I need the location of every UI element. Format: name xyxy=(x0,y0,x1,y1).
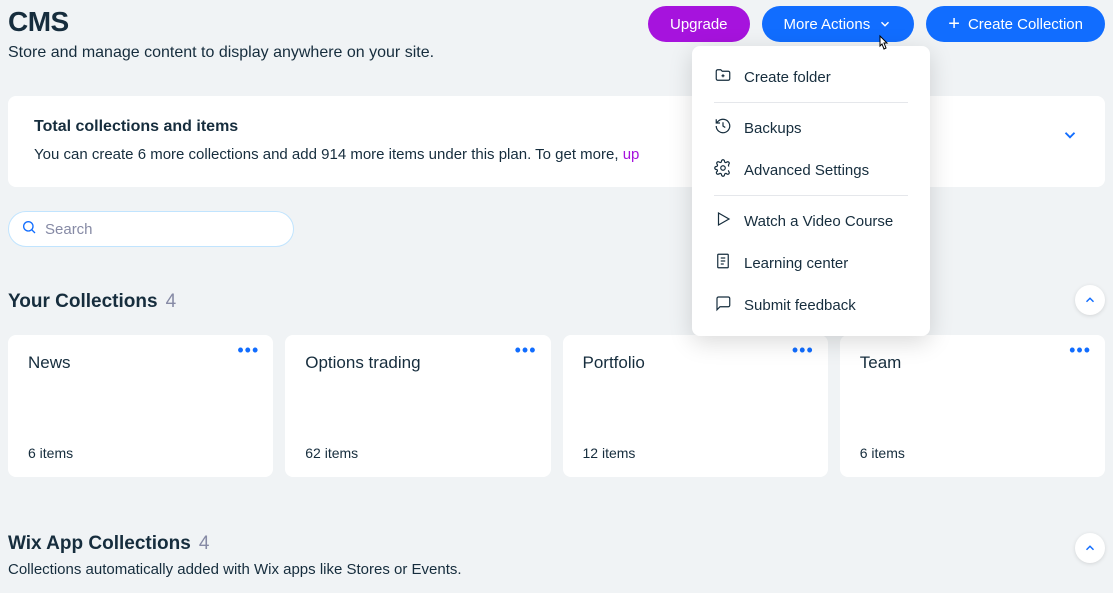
card-title: Team xyxy=(860,353,1085,373)
card-item-count: 62 items xyxy=(305,445,530,461)
header-actions: Upgrade More Actions + Create Collection xyxy=(648,6,1105,42)
menu-label: Learning center xyxy=(744,255,848,272)
search-icon xyxy=(21,219,37,240)
more-actions-button[interactable]: More Actions xyxy=(762,6,915,42)
collection-card[interactable]: ••• Options trading 62 items xyxy=(285,335,550,477)
create-collection-label: Create Collection xyxy=(968,16,1083,33)
your-collections-header: Your Collections 4 xyxy=(8,291,1105,313)
menu-submit-feedback[interactable]: Submit feedback xyxy=(692,284,930,326)
usage-body-text: You can create 6 more collections and ad… xyxy=(34,146,623,163)
menu-advanced-settings[interactable]: Advanced Settings xyxy=(692,149,930,191)
page-title: CMS xyxy=(8,6,434,38)
chat-icon xyxy=(714,294,732,316)
menu-label: Backups xyxy=(744,120,802,137)
menu-backups[interactable]: Backups xyxy=(692,107,930,149)
folder-plus-icon xyxy=(714,66,732,88)
app-collections-subtitle: Collections automatically added with Wix… xyxy=(8,561,1105,578)
dropdown-divider xyxy=(714,195,908,196)
card-title: Portfolio xyxy=(583,353,808,373)
app-collections-title: Wix App Collections xyxy=(8,533,191,555)
history-icon xyxy=(714,117,732,139)
menu-label: Create folder xyxy=(744,69,831,86)
document-icon xyxy=(714,252,732,274)
card-more-button[interactable]: ••• xyxy=(237,347,259,354)
app-collections-header: Wix App Collections 4 xyxy=(8,533,1105,555)
dropdown-divider xyxy=(714,102,908,103)
collection-card[interactable]: ••• Portfolio 12 items xyxy=(563,335,828,477)
app-collections-count: 4 xyxy=(199,533,210,555)
play-icon xyxy=(714,210,732,232)
card-title: News xyxy=(28,353,253,373)
your-collections-count: 4 xyxy=(166,291,177,313)
more-actions-dropdown: Create folder Backups Advanced Settings … xyxy=(692,46,930,336)
search-input-wrapper[interactable] xyxy=(8,211,294,247)
page-header: CMS Store and manage content to display … xyxy=(8,6,1105,62)
collapse-your-collections-button[interactable] xyxy=(1075,285,1105,315)
card-item-count: 6 items xyxy=(28,445,253,461)
your-collections-section: Your Collections 4 ••• News 6 items ••• … xyxy=(8,291,1105,477)
more-actions-label: More Actions xyxy=(784,16,871,33)
title-block: CMS Store and manage content to display … xyxy=(8,6,434,62)
upgrade-link[interactable]: up xyxy=(623,146,640,163)
card-item-count: 12 items xyxy=(583,445,808,461)
app-collections-section: Wix App Collections 4 Collections automa… xyxy=(8,533,1105,578)
collection-card[interactable]: ••• Team 6 items xyxy=(840,335,1105,477)
your-collections-title: Your Collections xyxy=(8,291,158,313)
chevron-down-icon xyxy=(878,17,892,31)
usage-info-card: Total collections and items You can crea… xyxy=(8,96,1105,187)
upgrade-button[interactable]: Upgrade xyxy=(648,6,750,42)
menu-label: Watch a Video Course xyxy=(744,213,893,230)
upgrade-button-label: Upgrade xyxy=(670,16,728,33)
collapse-app-collections-button[interactable] xyxy=(1075,533,1105,563)
menu-label: Submit feedback xyxy=(744,297,856,314)
card-item-count: 6 items xyxy=(860,445,1085,461)
search-input[interactable] xyxy=(45,221,281,238)
menu-video-course[interactable]: Watch a Video Course xyxy=(692,200,930,242)
search-container xyxy=(8,211,1105,247)
gear-icon xyxy=(714,159,732,181)
card-more-button[interactable]: ••• xyxy=(1069,347,1091,354)
collection-cards: ••• News 6 items ••• Options trading 62 … xyxy=(8,335,1105,477)
menu-create-folder[interactable]: Create folder xyxy=(692,56,930,98)
expand-card-button[interactable] xyxy=(1061,126,1079,149)
card-more-button[interactable]: ••• xyxy=(515,347,537,354)
card-more-button[interactable]: ••• xyxy=(792,347,814,354)
create-collection-button[interactable]: + Create Collection xyxy=(926,6,1105,42)
collection-card[interactable]: ••• News 6 items xyxy=(8,335,273,477)
menu-learning-center[interactable]: Learning center xyxy=(692,242,930,284)
card-title: Options trading xyxy=(305,353,530,373)
menu-label: Advanced Settings xyxy=(744,162,869,179)
page-subtitle: Store and manage content to display anyw… xyxy=(8,44,434,62)
